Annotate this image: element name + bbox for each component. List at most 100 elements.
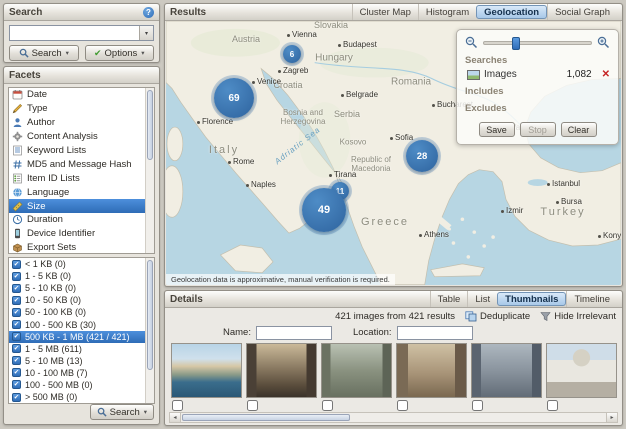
size-value-row[interactable]: ✔10 - 50 KB (0) [9,294,154,306]
size-value-row[interactable]: ✔5 - 10 MB (13) [9,355,154,367]
thumbnail-image[interactable] [471,343,542,398]
zoom-in-icon[interactable] [597,36,610,49]
map-label-country: Bosnia and Herzegovina [281,108,326,126]
facet-item-size[interactable]: Size [9,199,154,213]
tab-histogram[interactable]: Histogram [418,4,476,20]
facet-item-date[interactable]: Date [9,88,154,102]
map-marker[interactable]: 69 [214,78,254,118]
tab-thumbnails[interactable]: Thumbnails [497,292,566,306]
remove-search-icon[interactable]: ✕ [602,69,610,80]
search-button[interactable]: Search ▾ [9,45,79,61]
scrollbar-thumb[interactable] [147,90,153,160]
map-label-city: Florence [197,117,233,126]
scroll-left-icon[interactable]: ◂ [170,413,181,422]
search-input[interactable] [10,26,139,40]
size-value-row[interactable]: ✔1 - 5 KB (0) [9,270,154,282]
tab-social-graph[interactable]: Social Graph [547,4,617,20]
map-marker[interactable]: 49 [302,188,346,232]
facet-item-content-analysis[interactable]: Content Analysis [9,130,154,144]
map-marker[interactable]: 28 [406,140,438,172]
zoom-slider[interactable] [483,41,592,45]
facet-item-keyword-lists[interactable]: Keyword Lists [9,144,154,158]
checked-checkbox-icon[interactable]: ✔ [12,332,21,341]
size-value-row[interactable]: ✔50 - 100 KB (0) [9,306,154,318]
facet-item-author[interactable]: Author [9,116,154,130]
facet-item-type[interactable]: Type [9,102,154,116]
checked-checkbox-icon[interactable]: ✔ [12,260,21,269]
size-value-row[interactable]: ✔< 1 KB (0) [9,258,154,270]
thumbnail-checkbox[interactable] [172,400,183,411]
hide-irrelevant-button[interactable]: Hide Irrelevant [540,311,616,322]
size-value-row[interactable]: ✔> 500 MB (0) [9,391,154,403]
thumbnails-scrollbar[interactable]: ◂ ▸ [169,412,618,423]
checked-checkbox-icon[interactable]: ✔ [12,393,21,402]
thumbnail-image[interactable] [246,343,317,398]
scrollbar-thumb[interactable] [182,414,350,421]
checked-checkbox-icon[interactable]: ✔ [12,344,21,353]
ruler-icon [12,201,23,212]
checked-checkbox-icon[interactable]: ✔ [12,320,21,329]
checked-checkbox-icon[interactable]: ✔ [12,296,21,305]
thumbnail-image[interactable] [546,343,617,398]
location-field[interactable] [397,326,473,340]
size-value-row[interactable]: ✔1 - 5 MB (611) [9,343,154,355]
size-value-row[interactable]: ✔5 - 10 KB (0) [9,282,154,294]
details-panel-title: Details [170,294,203,305]
checked-checkbox-icon[interactable]: ✔ [12,308,21,317]
help-icon[interactable]: ? [143,7,154,18]
results-panel: Results Cluster Map Histogram Geolocatio… [164,3,623,287]
map-marker[interactable]: 6 [283,45,301,63]
thumbnail-image[interactable] [171,343,242,398]
map-label-city: Zagreb [278,66,308,75]
deduplicate-button[interactable]: Deduplicate [465,311,530,322]
facet-item-label: Date [27,89,47,100]
checked-checkbox-icon[interactable]: ✔ [12,368,21,377]
checked-checkbox-icon[interactable]: ✔ [12,356,21,365]
thumbnail-image[interactable] [396,343,467,398]
zoom-out-icon[interactable] [465,36,478,49]
tab-cluster-map[interactable]: Cluster Map [352,4,418,20]
combobox-dropdown-icon[interactable]: ▾ [139,26,153,40]
thumbnail-checkbox[interactable] [397,400,408,411]
clear-button[interactable]: Clear [561,122,597,137]
scrollbar-thumb[interactable] [147,260,153,370]
thumbnail-checkbox[interactable] [547,400,558,411]
map-label-country: Romania [391,77,431,88]
tab-table[interactable]: Table [430,291,468,307]
size-value-row[interactable]: ✔10 - 100 MB (7) [9,367,154,379]
map-attribution: Geolocation data is approximative, manua… [166,274,395,285]
options-button[interactable]: ✔ Options ▾ [85,45,155,61]
name-field[interactable] [256,326,332,340]
options-button-label: Options [105,48,138,59]
zoom-slider-handle[interactable] [512,37,520,50]
facet-item-export-sets[interactable]: Export Sets [9,241,154,254]
facet-item-duration[interactable]: Duration [9,213,154,227]
size-value-row[interactable]: ✔100 - 500 MB (0) [9,379,154,391]
tab-timeline[interactable]: Timeline [566,291,617,307]
facet-item-device-identifier[interactable]: Device Identifier [9,227,154,241]
scroll-right-icon[interactable]: ▸ [606,413,617,422]
facet-list-scrollbar[interactable] [145,88,154,253]
tab-list[interactable]: List [467,291,497,307]
thumbnail-cell [396,343,467,411]
checked-checkbox-icon[interactable]: ✔ [12,380,21,389]
size-value-row[interactable]: ✔100 - 500 KB (30) [9,318,154,330]
thumbnail-checkbox[interactable] [472,400,483,411]
size-list-scrollbar[interactable] [145,258,154,403]
thumbnail-image[interactable] [321,343,392,398]
size-value-list: ✔< 1 KB (0) ✔1 - 5 KB (0) ✔5 - 10 KB (0)… [8,257,155,404]
thumbnail-checkbox[interactable] [322,400,333,411]
excludes-section-label: Excludes [465,103,610,114]
save-button[interactable]: Save [479,122,515,137]
checked-checkbox-icon[interactable]: ✔ [12,284,21,293]
geolocation-map[interactable]: Slovakia Austria Hungary Croatia Romania… [166,21,621,285]
facet-item-md5-hash[interactable]: MD5 and Message Hash [9,157,154,171]
size-value-row-selected[interactable]: ✔500 KB - 1 MB (421 / 421) [9,331,154,343]
facet-item-language[interactable]: Language [9,185,154,199]
tab-geolocation[interactable]: Geolocation [476,5,547,19]
facet-item-item-id-lists[interactable]: Item ID Lists [9,171,154,185]
thumbnail-checkbox[interactable] [247,400,258,411]
facet-item-label: Language [27,187,69,198]
facets-search-button[interactable]: Search ▾ [90,404,154,420]
checked-checkbox-icon[interactable]: ✔ [12,272,21,281]
